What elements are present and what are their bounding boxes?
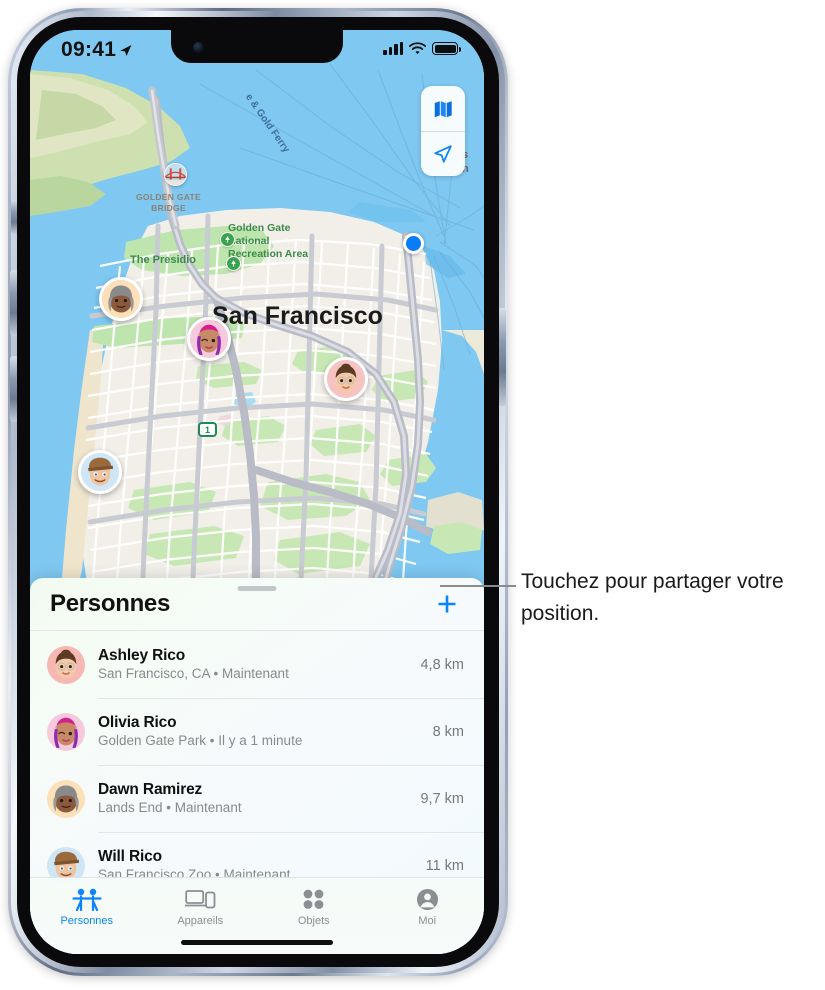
person-name: Dawn Ramirez — [98, 781, 203, 798]
tab-personnes[interactable]: Personnes — [30, 886, 144, 927]
person-distance: 11 km — [425, 857, 464, 874]
account-icon — [416, 888, 438, 910]
person-distance: 9,7 km — [420, 790, 464, 807]
bridge-icon — [165, 164, 186, 185]
screenshot-root: San Francisco GOLDEN GATE BRIDGE Golden … — [0, 0, 825, 990]
sheet-title: Personnes — [50, 590, 171, 617]
tab-label: Appareils — [177, 915, 224, 927]
avatar — [47, 779, 85, 818]
people-list: Ashley Rico San Francisco, CA • Maintena… — [30, 630, 484, 899]
person-location: Lands End • Maintenant — [98, 800, 242, 815]
people-icon — [72, 886, 102, 912]
memoji-ashley-icon — [47, 645, 85, 684]
list-item-text: Ashley Rico San Francisco, CA • Maintena… — [98, 646, 412, 683]
map-pin-will-rico[interactable] — [78, 450, 122, 494]
memoji-olivia-icon — [190, 320, 228, 358]
device-notch — [171, 30, 343, 63]
sheet-header: Personnes — [30, 578, 484, 630]
callout-leader-line — [440, 585, 516, 587]
power-button[interactable] — [498, 308, 506, 406]
map-pin-olivia-rico[interactable] — [187, 317, 231, 361]
tree-icon — [225, 236, 230, 243]
tab-appareils[interactable]: Appareils — [144, 886, 258, 927]
map-pin-dawn-ramirez[interactable] — [99, 277, 143, 321]
front-camera-icon — [193, 42, 204, 53]
folded-map-icon — [434, 100, 452, 117]
tab-label: Personnes — [60, 915, 114, 927]
park-poi-icon-presidio[interactable] — [226, 256, 241, 271]
golden-gate-bridge-poi-icon[interactable] — [164, 163, 187, 186]
items-grid-icon — [302, 886, 325, 912]
list-item-olivia-rico[interactable]: Olivia Rico Golden Gate Park • Il y a 1 … — [30, 698, 484, 765]
person-distance: 4,8 km — [420, 656, 464, 673]
four-dots-icon — [303, 889, 324, 909]
memoji-olivia-icon — [47, 712, 85, 751]
map-controls-stack — [421, 86, 465, 176]
list-item-text: Dawn Ramirez Lands End • Maintenant — [98, 780, 412, 817]
memoji-dawn-icon — [47, 779, 85, 818]
navigation-arrow-icon — [434, 145, 452, 163]
person-circle-icon — [416, 886, 439, 912]
devices-icon — [184, 886, 216, 912]
memoji-will-icon — [81, 453, 119, 491]
list-item-dawn-ramirez[interactable]: Dawn Ramirez Lands End • Maintenant 9,7 … — [30, 765, 484, 832]
phone-screen: San Francisco GOLDEN GATE BRIDGE Golden … — [30, 30, 484, 954]
map-pin-ashley-rico[interactable] — [324, 357, 368, 401]
plus-icon — [438, 595, 456, 613]
person-name: Olivia Rico — [98, 714, 177, 731]
two-people-icon — [72, 888, 102, 911]
tab-objets[interactable]: Objets — [257, 886, 371, 927]
person-location: San Francisco, CA • Maintenant — [98, 666, 289, 681]
tab-label: Moi — [418, 915, 437, 927]
avatar — [47, 712, 85, 751]
map-type-button[interactable] — [421, 86, 465, 131]
list-item-ashley-rico[interactable]: Ashley Rico San Francisco, CA • Maintena… — [30, 631, 484, 698]
person-location: Golden Gate Park • Il y a 1 minute — [98, 733, 303, 748]
avatar — [47, 645, 85, 684]
home-indicator[interactable] — [181, 940, 333, 945]
list-item-text: Olivia Rico Golden Gate Park • Il y a 1 … — [98, 713, 425, 750]
user-location-dot — [403, 233, 424, 254]
tab-moi[interactable]: Moi — [371, 886, 485, 927]
memoji-dawn-icon — [102, 280, 140, 318]
person-distance: 8 km — [432, 723, 464, 740]
memoji-ashley-icon — [327, 360, 365, 398]
share-my-location-add-button[interactable] — [430, 587, 464, 621]
laptop-phone-icon — [184, 890, 216, 909]
tree-icon — [231, 260, 236, 267]
park-poi-icon-ggnra[interactable] — [220, 232, 235, 247]
recenter-button[interactable] — [421, 131, 465, 176]
iphone-device-frame: San Francisco GOLDEN GATE BRIDGE Golden … — [8, 8, 508, 976]
person-name: Will Rico — [98, 848, 162, 865]
callout-annotation: Touchez pour partager votre position. — [521, 570, 784, 625]
tab-label: Objets — [297, 915, 330, 927]
highway-shield-1: 1 — [198, 422, 217, 437]
person-name: Ashley Rico — [98, 647, 186, 664]
